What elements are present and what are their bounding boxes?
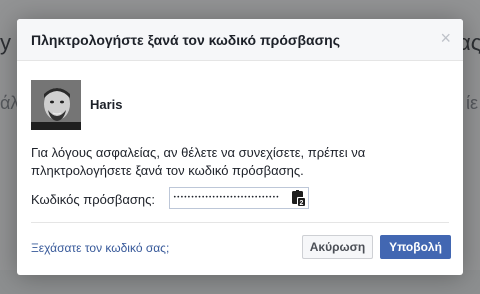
dialog-title: Πληκτρολογήστε ξανά τον κωδικό πρόσβασης bbox=[31, 32, 341, 48]
user-name: Haris bbox=[90, 97, 123, 112]
cancel-button[interactable]: Ακύρωση bbox=[302, 235, 373, 259]
password-manager-icon[interactable]: 2 bbox=[291, 190, 306, 207]
avatar bbox=[31, 80, 81, 130]
reauth-dialog: Πληκτρολογήστε ξανά τον κωδικό πρόσβασης… bbox=[17, 19, 463, 275]
security-message: Για λόγους ασφαλείας, αν θέλετε να συνεχ… bbox=[31, 145, 366, 178]
footer-divider bbox=[31, 222, 449, 223]
dialog-header: Πληκτρολογήστε ξανά τον κωδικό πρόσβασης… bbox=[17, 19, 463, 61]
submit-button[interactable]: Υποβολή bbox=[380, 235, 451, 259]
close-icon[interactable]: × bbox=[440, 28, 451, 49]
password-manager-badge: 2 bbox=[300, 200, 304, 207]
password-input[interactable]: •••••••••••••••••••••••••••••• bbox=[169, 187, 309, 209]
password-label: Κωδικός πρόσβασης: bbox=[31, 192, 155, 207]
forgot-password-link[interactable]: Ξεχάσατε τον κωδικό σας; bbox=[31, 241, 169, 255]
